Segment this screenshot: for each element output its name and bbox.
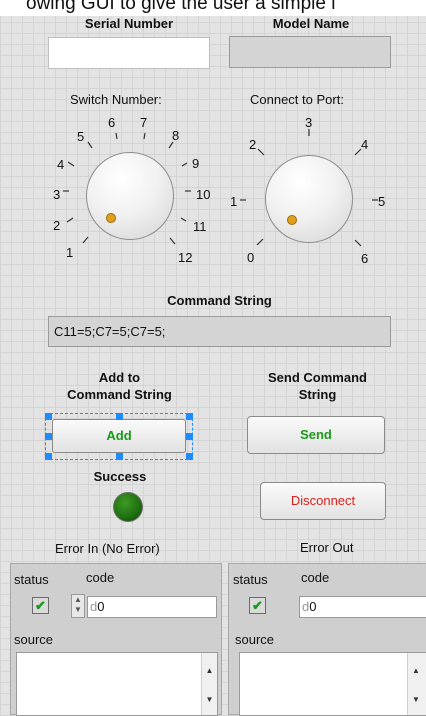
disconnect-button[interactable]: Disconnect: [260, 482, 386, 520]
error-in-code-field[interactable]: d0: [87, 596, 217, 618]
error-out-cluster: status code ✔ d0 source ▲ ▼: [228, 563, 426, 716]
add-button[interactable]: Add: [52, 419, 186, 453]
send-header-line-2: String: [298, 387, 337, 402]
error-in-code-label: code: [86, 570, 115, 585]
resize-handle[interactable]: [186, 413, 193, 420]
error-in-status-label: status: [14, 572, 49, 587]
send-header-line-1: Send Command: [268, 370, 367, 385]
add-header-line-1: Add to: [98, 370, 141, 385]
resize-handle[interactable]: [116, 453, 123, 460]
port-knob-indicator: [287, 215, 297, 225]
scroll-down-icon[interactable]: ▼: [412, 695, 426, 704]
error-in-source-scrollbar[interactable]: ▲ ▼: [201, 653, 217, 715]
add-to-command-header: Add to Command String: [48, 369, 191, 403]
error-in-code-spinner[interactable]: ▲ ▼: [71, 594, 85, 618]
scroll-up-icon[interactable]: ▲: [202, 666, 217, 675]
add-header-line-2: Command String: [67, 387, 172, 402]
command-string-field[interactable]: C11=5;C7=5;C7=5;: [48, 316, 391, 347]
error-in-status-checkbox[interactable]: ✔: [32, 597, 49, 614]
error-out-source-field[interactable]: ▲ ▼: [239, 652, 426, 716]
error-in-code-value: 0: [97, 599, 105, 614]
resize-handle[interactable]: [186, 453, 193, 460]
model-name-field[interactable]: [229, 36, 391, 68]
error-in-cluster: status code ✔ ▲ ▼ d0 source ▲ ▼: [10, 563, 222, 716]
serial-number-label: Serial Number: [84, 16, 174, 31]
send-command-header: Send Command String: [240, 369, 395, 403]
connect-port-knob[interactable]: [265, 155, 353, 243]
error-in-source-label: source: [14, 632, 54, 647]
success-label: Success: [93, 469, 147, 484]
document-caption: owing GUI to give the user a simple i: [0, 0, 426, 16]
resize-handle[interactable]: [45, 413, 52, 420]
scroll-down-icon[interactable]: ▼: [202, 695, 217, 704]
resize-handle[interactable]: [45, 433, 52, 440]
error-out-title: Error Out: [300, 540, 354, 555]
switch-knob-indicator: [106, 213, 116, 223]
error-out-code-radix: d: [302, 599, 310, 614]
model-name-label: Model Name: [272, 16, 350, 31]
switch-number-label: Switch Number:: [70, 92, 162, 107]
error-out-source-scrollbar[interactable]: ▲ ▼: [407, 653, 426, 715]
error-out-code-field[interactable]: d0: [299, 596, 426, 618]
send-button[interactable]: Send: [247, 416, 385, 454]
resize-handle[interactable]: [116, 413, 123, 420]
resize-handle[interactable]: [45, 453, 52, 460]
switch-number-knob[interactable]: [86, 152, 174, 240]
error-out-source-label: source: [235, 632, 275, 647]
command-string-label: Command String: [167, 293, 272, 308]
error-out-code-label: code: [301, 570, 330, 585]
error-in-title: Error In (No Error): [55, 541, 160, 556]
error-out-code-value: 0: [309, 599, 317, 614]
scroll-up-icon[interactable]: ▲: [412, 666, 426, 675]
serial-number-field[interactable]: [48, 37, 210, 69]
error-out-status-checkbox[interactable]: ✔: [249, 597, 266, 614]
error-in-source-field[interactable]: ▲ ▼: [16, 652, 218, 716]
connect-port-label: Connect to Port:: [250, 92, 344, 107]
success-led: [113, 492, 143, 522]
error-in-code-radix: d: [90, 599, 98, 614]
error-out-status-label: status: [233, 572, 268, 587]
resize-handle[interactable]: [186, 433, 193, 440]
